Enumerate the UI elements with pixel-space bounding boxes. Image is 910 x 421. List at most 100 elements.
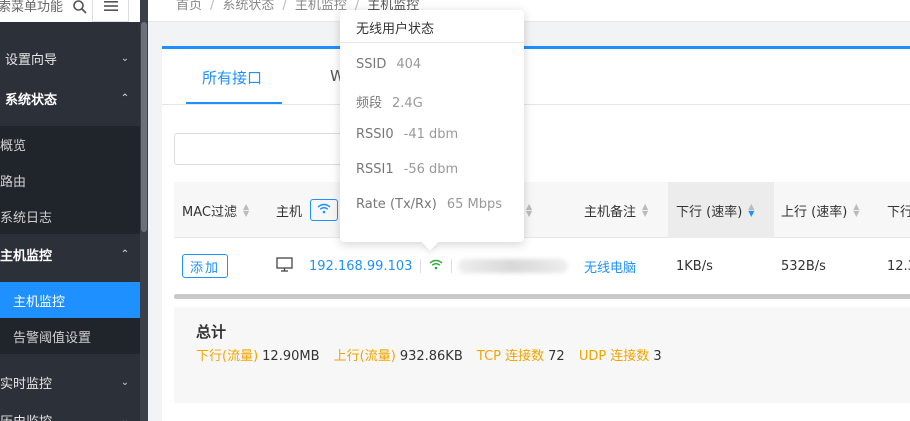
column-header-host[interactable]: 主机 (276, 182, 339, 238)
tooltip-row-band: 频段 2.4G (356, 92, 423, 111)
menu-toggle-button[interactable] (92, 0, 129, 22)
chevron-down-icon: ⌄ (120, 414, 130, 421)
column-header-label: 上行 (速率) (781, 204, 848, 220)
tooltip-title: 无线用户状态 (356, 22, 435, 37)
sidebar-item-label: 历史监控 (0, 411, 110, 421)
breadcrumb-system-status[interactable]: 系统状态 (222, 0, 274, 13)
total-up-label: 上行(流量) (333, 349, 396, 364)
tooltip-value: 404 (396, 57, 422, 72)
sidebar-group-realtime-monitor[interactable]: 实时监控 ⌄ (0, 364, 140, 400)
column-header-mac-filter[interactable]: MAC过滤 ▲ ▼ (182, 182, 249, 238)
wifi-filter-button[interactable] (310, 199, 339, 221)
tooltip-value: 2.4G (392, 96, 423, 111)
cell-host: 192.168.99.103 (276, 238, 569, 294)
add-mac-filter-button[interactable]: 添加 (182, 254, 228, 278)
top-bar: 首页 / 系统状态 / 主机监控 / 主机监控 (148, 0, 910, 22)
main-panel: 所有接口 W MAC过滤 ▲ ▼ 主机 ▲ ▼ 主机备注 ▲ ▼ 下行 (速率) ▲ ▼ (162, 46, 910, 421)
active-tab-indicator (186, 102, 282, 104)
sidebar-item-label: 设置向导 (5, 52, 58, 68)
sidebar-item-host-monitor[interactable]: 主机监控 (0, 282, 140, 318)
down-total-value: 12.3 (887, 258, 910, 274)
table-header: MAC过滤 ▲ ▼ 主机 ▲ ▼ 主机备注 ▲ ▼ 下行 (速率) ▲ ▼ 上行 (速率… (174, 182, 910, 238)
sidebar-item-label: 主机监控 (0, 248, 53, 264)
sidebar-item-label: 概览 (0, 138, 27, 154)
sort-icon[interactable]: ▲ ▼ (642, 203, 648, 218)
tooltip-divider (340, 42, 524, 43)
sidebar-group-setup-wizard[interactable]: 设置向导 ⌄ (0, 40, 140, 76)
sidebar-scrollbar-thumb[interactable] (141, 22, 147, 232)
chevron-down-icon: ⌄ (120, 376, 130, 388)
wifi-icon (317, 203, 331, 218)
total-up-value: 932.86KB (399, 349, 463, 364)
chevron-down-icon: ⌄ (120, 52, 130, 64)
breadcrumb-home[interactable]: 首页 (176, 0, 202, 13)
sort-icon[interactable]: ▲ ▼ (526, 203, 532, 218)
column-header-label: MAC过滤 (182, 204, 237, 220)
sidebar-item-label: 路由 (0, 174, 27, 190)
sidebar-item-label: 实时监控 (0, 376, 53, 392)
breadcrumb-host-monitor-group[interactable]: 主机监控 (295, 0, 347, 13)
total-down-label: 下行(流量) (196, 349, 259, 364)
divider (420, 259, 422, 273)
tooltip-key: SSID (356, 57, 387, 72)
column-header-host-remark[interactable]: 主机备注 ▲ ▼ (584, 182, 648, 238)
redacted-host-name (458, 259, 569, 273)
udp-connections-label: UDP 连接数 (578, 349, 650, 364)
wifi-signal-icon[interactable] (429, 259, 443, 274)
sidebar-item-alarm-threshold[interactable]: 告警阈值设置 (0, 318, 140, 354)
up-rate-value: 532B/s (781, 258, 826, 274)
column-header-label: 主机 (276, 204, 303, 220)
tooltip-row-rssi1: RSSI1 -56 dbm (356, 162, 458, 177)
column-header-label: 下行 (速率) (676, 204, 743, 220)
sidebar-item-label: 系统状态 (5, 92, 58, 108)
column-header-label: 下行 (887, 204, 910, 220)
tooltip-value: -41 dbm (403, 127, 459, 142)
cell-remark: 无线电脑 (584, 238, 636, 294)
tooltip-row-ssid: SSID 404 (356, 57, 421, 72)
tooltip-key: RSSI1 (356, 162, 394, 177)
desktop-icon (276, 256, 293, 276)
cell-down-total: 12.3 (887, 238, 910, 294)
totals-title: 总计 (196, 323, 227, 341)
sort-desc-icon[interactable]: ▲ ▼ (748, 203, 754, 218)
column-header-up-rate[interactable]: 上行 (速率) ▲ ▼ (781, 182, 859, 238)
column-header-down-rate[interactable]: 下行 (速率) ▲ ▼ (668, 182, 774, 238)
tooltip-value: 65 Mbps (446, 197, 502, 212)
sidebar-item-system-log[interactable]: 系统日志 (0, 198, 140, 234)
chevron-up-icon: ⌃ (120, 92, 130, 104)
sidebar-item-route[interactable]: 路由 (0, 162, 140, 198)
host-ip-link[interactable]: 192.168.99.103 (309, 259, 412, 274)
cell-action: 添加 (182, 238, 228, 294)
sidebar-item-label: 告警阈值设置 (13, 330, 92, 346)
sidebar: 设置向导 ⌄ 系统状态 ⌃ 概览 路由 系统日志 主机监控 ⌃ 主机监控 告警阈… (0, 0, 140, 421)
tooltip-key: RSSI0 (356, 127, 394, 142)
sort-icon[interactable]: ▲ ▼ (243, 203, 249, 218)
column-header-label: 主机备注 (584, 204, 637, 220)
wireless-status-tooltip: 无线用户状态 SSID 404 频段 2.4G RSSI0 -41 dbm RSSI1… (340, 10, 524, 242)
sidebar-item-label: 系统日志 (0, 210, 53, 226)
search-icon[interactable] (72, 0, 90, 16)
sidebar-group-host-monitor[interactable]: 主机监控 ⌃ (0, 236, 140, 272)
sidebar-group-history-monitor[interactable]: 历史监控 ⌄ (0, 402, 140, 421)
tcp-connections-label: TCP 连接数 (476, 349, 545, 364)
sidebar-item-label: 主机监控 (13, 294, 66, 310)
host-remark-link[interactable]: 无线电脑 (584, 257, 636, 276)
column-header-down-total[interactable]: 下行 (887, 182, 910, 238)
totals-line: 下行(流量) 12.90MB 上行(流量) 932.86KB TCP 连接数 72 U… (196, 345, 672, 364)
udp-connections-value: 3 (653, 349, 662, 364)
tooltip-row-rate: Rate (Tx/Rx) 65 Mbps (356, 197, 502, 212)
tooltip-value: -56 dbm (403, 162, 459, 177)
tab-all-interfaces[interactable]: 所有接口 (202, 67, 262, 88)
totals-summary: 总计 下行(流量) 12.90MB 上行(流量) 932.86KB TCP 连接数 7… (174, 307, 910, 403)
sidebar-item-overview[interactable]: 概览 (0, 126, 140, 162)
tcp-connections-value: 72 (548, 349, 565, 364)
breadcrumb-separator: / (282, 0, 287, 13)
breadcrumb-separator: / (210, 0, 215, 13)
tooltip-key: Rate (Tx/Rx) (356, 197, 437, 212)
table-horizontal-scrollbar[interactable] (174, 294, 910, 299)
tooltip-key: 频段 (356, 96, 383, 111)
sort-icon[interactable]: ▲ ▼ (853, 203, 859, 218)
sidebar-group-system-status[interactable]: 系统状态 ⌃ (0, 80, 140, 116)
sidebar-scrollbar[interactable] (140, 0, 148, 421)
cell-down-rate: 1KB/s (676, 238, 713, 294)
